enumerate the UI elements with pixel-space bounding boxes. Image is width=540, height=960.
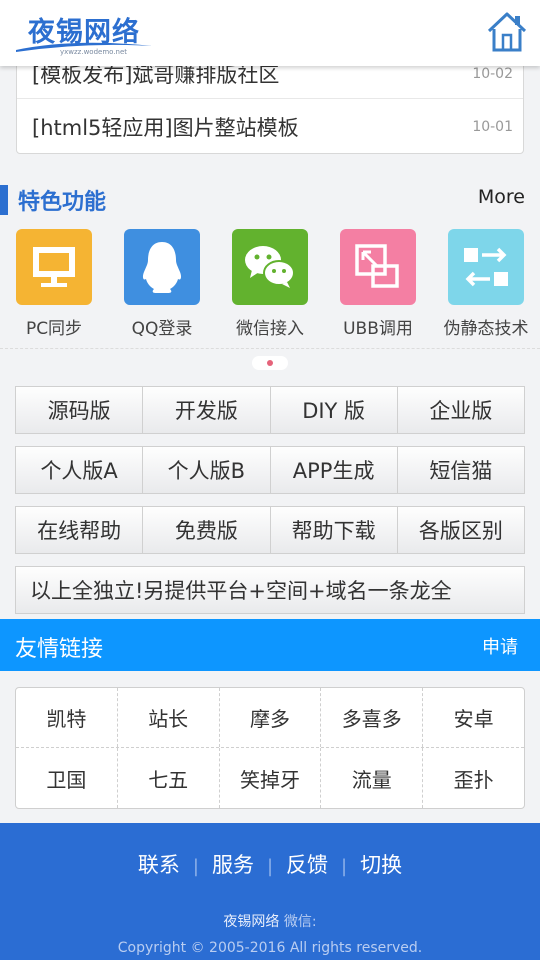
feature-label: QQ登录 <box>131 319 193 339</box>
feature-ubb[interactable]: UBB调用 <box>340 229 416 339</box>
link-item[interactable]: 流量 <box>321 748 424 808</box>
links-row: 卫国 七五 笑掉牙 流量 歪扑 <box>16 748 524 808</box>
feature-label: UBB调用 <box>343 319 413 339</box>
news-date: 10-02 <box>472 66 513 82</box>
promo-banner[interactable]: 以上全独立!另提供平台+空间+域名一条龙全 <box>16 567 524 613</box>
home-button[interactable] <box>486 10 528 54</box>
divider <box>0 348 540 349</box>
feature-pseudo-static[interactable]: 伪静态技术 <box>444 229 529 339</box>
footer-switch[interactable]: 切换 <box>347 849 415 879</box>
version-compare[interactable]: 各版区别 <box>398 507 524 553</box>
version-row: 个人版A 个人版B APP生成 短信猫 <box>15 446 525 494</box>
qq-penguin-icon <box>124 229 200 305</box>
news-item[interactable]: [html5轻应用]图片整站模板 10-01 <box>17 100 523 152</box>
version-source[interactable]: 源码版 <box>16 387 144 433</box>
version-row: 在线帮助 免费版 帮助下载 各版区别 <box>15 506 525 554</box>
link-item[interactable]: 七五 <box>118 748 220 808</box>
feature-label: PC同步 <box>25 319 83 339</box>
page-footer: 联系 | 服务 | 反馈 | 切换 夜锡网络 微信: Copyright © 2005-20… <box>0 823 540 960</box>
feature-label: 伪静态技术 <box>443 319 529 339</box>
footer-copyright: Copyright © 2005-2016 All rights reserve… <box>117 940 423 956</box>
feature-pc-sync[interactable]: PC同步 <box>16 229 92 339</box>
version-row: 源码版 开发版 DIY 版 企业版 <box>15 386 525 434</box>
link-item[interactable]: 歪扑 <box>423 748 524 808</box>
link-item[interactable]: 安卓 <box>423 688 524 747</box>
footer-service[interactable]: 服务 <box>199 849 267 879</box>
version-personal-b[interactable]: 个人版B <box>143 447 271 493</box>
links-title: 友情链接 <box>15 637 104 662</box>
features-title: 特色功能 <box>18 190 107 215</box>
resize-icon <box>340 229 416 305</box>
news-title[interactable]: [html5轻应用]图片整站模板 <box>32 112 299 142</box>
apply-link[interactable]: 申请 <box>482 633 518 659</box>
link-item[interactable]: 凯特 <box>16 688 118 747</box>
version-enterprise[interactable]: 企业版 <box>398 387 524 433</box>
footer-contact[interactable]: 联系 <box>125 849 193 879</box>
version-free[interactable]: 免费版 <box>143 507 271 553</box>
links-row: 凯特 站长 摩多 多喜多 安卓 <box>16 688 524 748</box>
link-item[interactable]: 多喜多 <box>321 688 424 747</box>
help-download[interactable]: 帮助下载 <box>271 507 398 553</box>
logo-subtitle: yxwzz.wodemo.net <box>60 48 128 56</box>
more-link[interactable]: More <box>478 186 525 208</box>
feature-label: 微信接入 <box>236 319 304 339</box>
top-header: 夜锡网络 yxwzz.wodemo.net <box>0 0 540 66</box>
wechat-icon <box>232 229 308 305</box>
heading-accent-bar <box>0 185 8 215</box>
footer-feedback[interactable]: 反馈 <box>273 849 341 879</box>
swap-icon <box>448 229 524 305</box>
version-diy[interactable]: DIY 版 <box>271 387 398 433</box>
version-sms[interactable]: 短信猫 <box>398 447 524 493</box>
version-row: 以上全独立!另提供平台+空间+域名一条龙全 <box>15 566 525 614</box>
feature-qq-login[interactable]: QQ登录 <box>124 229 200 339</box>
news-date: 10-01 <box>472 119 513 135</box>
version-app[interactable]: APP生成 <box>271 447 398 493</box>
pager-dot-active[interactable] <box>267 360 273 366</box>
link-item[interactable]: 卫国 <box>16 748 118 808</box>
online-help[interactable]: 在线帮助 <box>16 507 144 553</box>
features-heading: 特色功能 More <box>0 180 540 220</box>
site-logo[interactable]: 夜锡网络 yxwzz.wodemo.net <box>14 8 154 60</box>
version-dev[interactable]: 开发版 <box>143 387 271 433</box>
link-item[interactable]: 笑掉牙 <box>220 748 322 808</box>
footer-nav: 联系 | 服务 | 反馈 | 切换 <box>0 849 540 879</box>
links-heading: 友情链接 申请 <box>0 619 540 671</box>
links-grid: 凯特 站长 摩多 多喜多 安卓 卫国 七五 笑掉牙 流量 歪扑 <box>15 687 525 809</box>
footer-wechat: 微信: <box>283 914 317 930</box>
version-personal-a[interactable]: 个人版A <box>16 447 144 493</box>
link-item[interactable]: 摩多 <box>220 688 322 747</box>
monitor-icon <box>16 229 92 305</box>
footer-site-name: 夜锡网络 <box>223 914 280 930</box>
carousel-pager[interactable] <box>252 356 288 370</box>
feature-wechat[interactable]: 微信接入 <box>232 229 308 339</box>
footer-info: 夜锡网络 微信: <box>0 911 540 931</box>
home-icon <box>487 12 527 52</box>
link-item[interactable]: 站长 <box>118 688 220 747</box>
